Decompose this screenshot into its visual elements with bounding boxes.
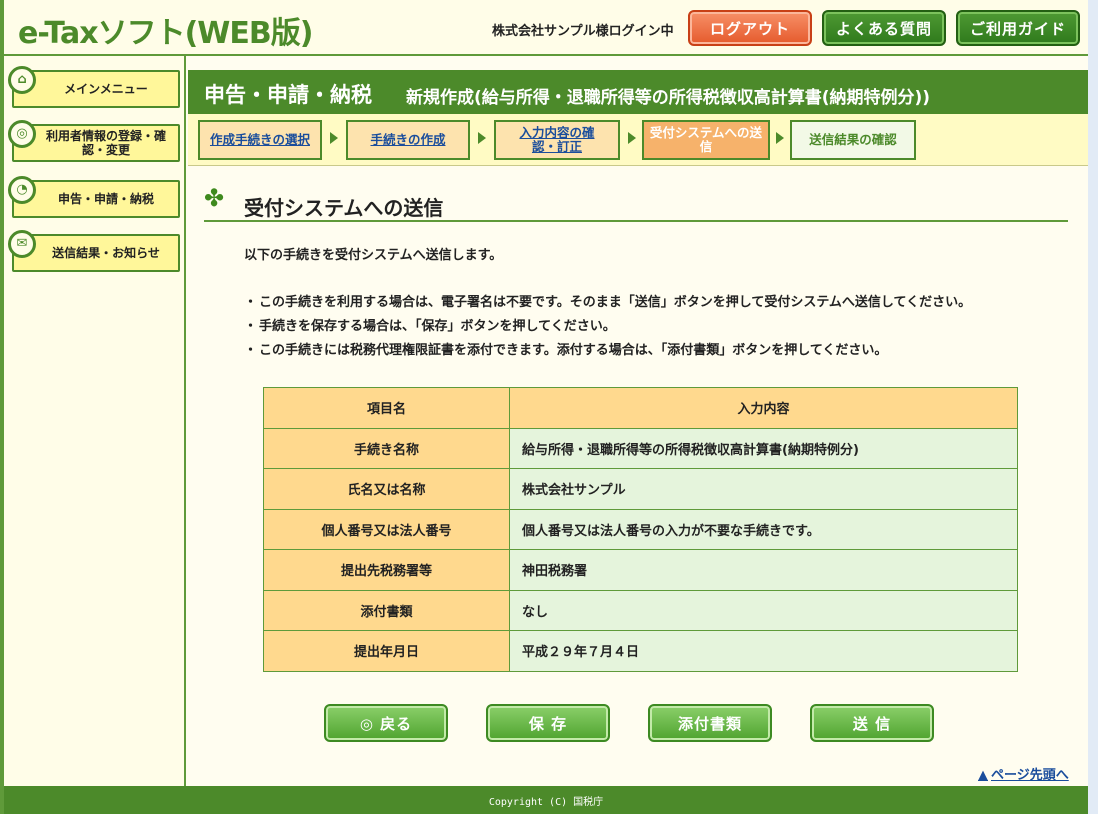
table-row: 氏名又は名称 株式会社サンプル xyxy=(263,468,1018,510)
list-item: 手続きを保存する場合は、「保存」ボタンを押してください。 xyxy=(244,315,971,339)
send-button[interactable]: 送 信 xyxy=(810,704,934,742)
page-title: 申告・申請・納税 xyxy=(204,83,372,107)
sidebar: ⌂ メインメニュー ◎ 利用者情報の登録・確認・変更 ◔ 申告・申請・納税 ✉ … xyxy=(4,56,186,786)
sidebar-item-label: 送信結果・お知らせ xyxy=(52,246,160,260)
list-item: この手続きを利用する場合は、電子署名は不要です。そのまま「送信」ボタンを押して受… xyxy=(244,291,971,315)
header: e-Taxソフト(WEB版) 株式会社サンプル様ログイン中 ログアウト よくある… xyxy=(4,0,1088,56)
step-send-current: 受付システムへの送信 xyxy=(642,120,770,160)
intro-text: 以下の手続きを受付システムへ送信します。 xyxy=(244,248,503,263)
save-button[interactable]: 保 存 xyxy=(486,704,610,742)
table-row: 添付書類 なし xyxy=(263,589,1018,631)
step-progress: 作成手続きの選択 手続きの作成 入力内容の確認・訂正 受付システムへの送信 送信… xyxy=(188,114,1088,166)
clover-icon: ✤ xyxy=(204,184,225,212)
instruction-list: この手続きを利用する場合は、電子署名は不要です。そのまま「送信」ボタンを押して受… xyxy=(244,291,971,363)
logout-button[interactable]: ログアウト xyxy=(688,10,812,46)
footer-copyright: Copyright (C) 国税庁 xyxy=(4,786,1088,814)
up-arrow-icon: ▲ xyxy=(978,768,988,783)
row-key: 手続き名称 xyxy=(263,427,510,469)
home-icon: ⌂ xyxy=(8,66,36,94)
table-row: 提出先税務署等 神田税務署 xyxy=(263,549,1018,591)
attach-documents-button[interactable]: 添付書類 xyxy=(648,704,772,742)
step-arrow-icon xyxy=(478,132,486,144)
section-heading: ✤ 受付システムへの送信 xyxy=(204,184,1068,222)
sidebar-item-label: メインメニュー xyxy=(64,82,148,96)
app-logo: e-Taxソフト(WEB版) xyxy=(18,16,313,51)
row-key: 氏名又は名称 xyxy=(263,468,510,510)
back-button[interactable]: ◎ 戻る xyxy=(324,704,448,742)
user-guide-button[interactable]: ご利用ガイド xyxy=(956,10,1080,46)
step-create-procedure[interactable]: 手続きの作成 xyxy=(346,120,470,160)
row-value: 平成２９年７月４日 xyxy=(509,630,1018,672)
login-status: 株式会社サンプル様ログイン中 xyxy=(492,24,674,39)
row-key: 提出年月日 xyxy=(263,630,510,672)
section-title: 受付システムへの送信 xyxy=(244,196,444,220)
step-arrow-icon xyxy=(628,132,636,144)
summary-table: 項目名 入力内容 手続き名称 給与所得・退職所得等の所得税徴収高計算書(納期特例… xyxy=(263,387,1018,672)
row-key: 添付書類 xyxy=(263,589,510,631)
clock-icon: ◔ xyxy=(8,176,36,204)
column-header-item: 項目名 xyxy=(263,387,510,429)
step-arrow-icon xyxy=(776,132,784,144)
row-value: 株式会社サンプル xyxy=(509,468,1018,510)
page-subtitle: 新規作成(給与所得・退職所得等の所得税徴収高計算書(納期特例分)) xyxy=(406,88,931,108)
page-title-bar: 申告・申請・納税 新規作成(給与所得・退職所得等の所得税徴収高計算書(納期特例分… xyxy=(188,70,1088,114)
column-header-value: 入力内容 xyxy=(509,387,1018,429)
page-top-label: ページ先頭へ xyxy=(991,768,1069,783)
table-row: 個人番号又は法人番号 個人番号又は法人番号の入力が不要な手続きです。 xyxy=(263,508,1018,550)
page-top-link[interactable]: ▲ ページ先頭へ xyxy=(978,764,1069,783)
step-select-procedure[interactable]: 作成手続きの選択 xyxy=(198,120,322,160)
row-value: 給与所得・退職所得等の所得税徴収高計算書(納期特例分) xyxy=(509,427,1018,469)
sidebar-item-label: 申告・申請・納税 xyxy=(57,192,154,206)
faq-button[interactable]: よくある質問 xyxy=(822,10,946,46)
row-value: 神田税務署 xyxy=(509,549,1018,591)
window-edge xyxy=(1088,0,1098,814)
sidebar-item-filing[interactable]: ◔ 申告・申請・納税 xyxy=(8,176,180,218)
row-key: 提出先税務署等 xyxy=(263,549,510,591)
table-row: 手続き名称 給与所得・退職所得等の所得税徴収高計算書(納期特例分) xyxy=(263,427,1018,469)
step-check-result: 送信結果の確認 xyxy=(790,120,916,160)
list-item: この手続きには税務代理権限証書を添付できます。添付する場合は、「添付書類」ボタン… xyxy=(244,339,971,363)
row-value: 個人番号又は法人番号の入力が不要な手続きです。 xyxy=(509,508,1018,550)
table-row: 提出年月日 平成２９年７月４日 xyxy=(263,630,1018,672)
row-value: なし xyxy=(509,589,1018,631)
step-confirm-input[interactable]: 入力内容の確認・訂正 xyxy=(494,120,620,160)
row-key: 個人番号又は法人番号 xyxy=(263,508,510,550)
step-arrow-icon xyxy=(330,132,338,144)
sidebar-item-main-menu[interactable]: ⌂ メインメニュー xyxy=(8,66,180,108)
sidebar-item-results[interactable]: ✉ 送信結果・お知らせ xyxy=(8,230,180,272)
table-header-row: 項目名 入力内容 xyxy=(263,387,1018,429)
mail-icon: ✉ xyxy=(8,230,36,258)
sidebar-item-label: 利用者情報の登録・確認・変更 xyxy=(46,129,167,157)
user-settings-icon: ◎ xyxy=(8,120,36,148)
sidebar-item-user-info[interactable]: ◎ 利用者情報の登録・確認・変更 xyxy=(8,120,180,162)
